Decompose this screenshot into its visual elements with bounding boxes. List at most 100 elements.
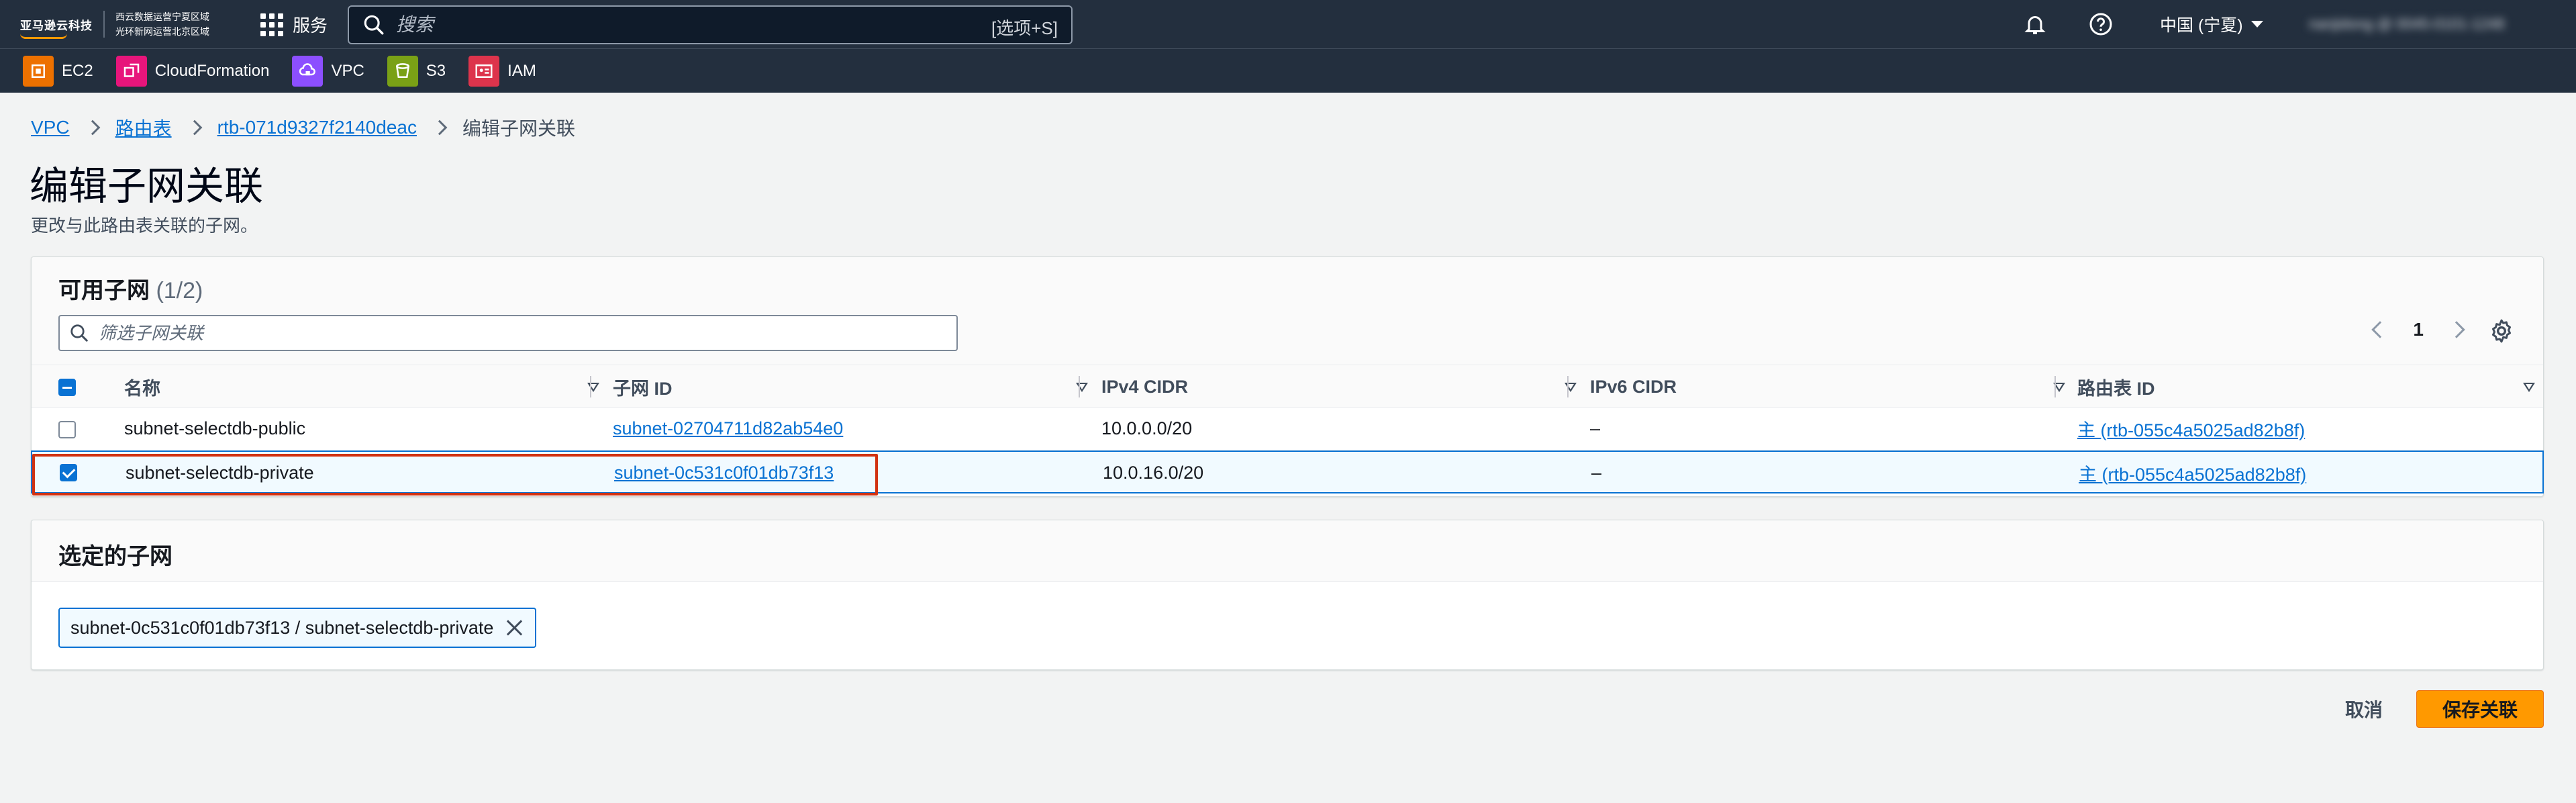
sort-down-icon: [587, 383, 599, 392]
breadcrumb-route-tables[interactable]: 路由表: [115, 114, 172, 141]
ec2-icon: [23, 55, 54, 87]
cell-ipv4: 10.0.0.0/20: [1101, 418, 1193, 438]
current-page[interactable]: 1: [2413, 319, 2424, 340]
cell-ipv6: –: [1590, 418, 1601, 438]
table-row-selected[interactable]: subnet-selectdb-private subnet-0c531c0f0…: [31, 451, 2544, 493]
subnet-id-link[interactable]: subnet-02704711d82ab54e0: [613, 418, 843, 439]
notifications-button[interactable]: [2023, 0, 2047, 48]
column-ipv4-label: IPv4 CIDR: [1101, 376, 1189, 397]
selected-subnet-token: subnet-0c531c0f01db73f13 / subnet-select…: [58, 608, 537, 648]
panel-header-bg: [32, 520, 2543, 582]
help-icon: [2089, 13, 2112, 36]
column-ipv4-cidr[interactable]: IPv4 CIDR: [1101, 365, 1577, 408]
table-header: 名称 子网 ID IPv4 CIDR IPv6 CIDR 路由表 ID: [32, 365, 2543, 408]
route-table-link[interactable]: 主 (rtb-055c4a5025ad82b8f): [2077, 416, 2305, 442]
previous-page-icon[interactable]: [2371, 321, 2389, 338]
favorite-label: IAM: [507, 61, 536, 80]
pagination: 1: [2371, 319, 2465, 340]
available-subnets-heading: 可用子网: [58, 278, 150, 303]
column-ipv6-cidr[interactable]: IPv6 CIDR: [1590, 365, 2065, 408]
cell-ipv6: –: [1591, 462, 1602, 483]
top-navigation: 亚马逊云科技 西云数据运营宁夏区域 光环新网运营北京区域 服务 [选项+S] 中…: [0, 0, 2576, 48]
selected-subnets-title: 选定的子网: [58, 544, 172, 569]
search-shortcut-hint: [选项+S]: [991, 18, 1058, 38]
brand-region-text: 西云数据运营宁夏区域 光环新网运营北京区域: [115, 9, 209, 39]
favorite-iam[interactable]: IAM: [468, 55, 536, 87]
gear-icon[interactable]: [2488, 318, 2515, 344]
form-actions: 取消 保存关联: [2345, 690, 2544, 728]
caret-down-icon: [2250, 21, 2263, 28]
vpc-icon: [292, 55, 324, 87]
chevron-right-icon: [85, 120, 100, 136]
save-associations-button[interactable]: 保存关联: [2416, 690, 2544, 728]
services-menu-button[interactable]: 服务: [260, 12, 328, 37]
favorite-label: EC2: [62, 61, 93, 80]
favorites-bar: EC2 CloudFormation VPC S3 IAM: [0, 48, 2576, 93]
breadcrumb-current: 编辑子网关联: [462, 118, 575, 139]
help-button[interactable]: [2089, 0, 2113, 48]
cell-name: subnet-selectdb-private: [126, 462, 314, 483]
available-subnets-panel: 可用子网 (1/2) 1 名称 子网 ID IPv4 CIDR: [31, 256, 2544, 497]
brand-name: 亚马逊云科技: [20, 19, 93, 32]
cell-name: subnet-selectdb-public: [124, 418, 306, 438]
grid-icon: [260, 13, 283, 36]
cell-route-table: 主 (rtb-055c4a5025ad82b8f): [2077, 408, 2305, 449]
select-all-checkbox[interactable]: [58, 379, 76, 396]
brand-smile-icon: [20, 34, 67, 39]
subnet-id-link[interactable]: subnet-0c531c0f01db73f13: [614, 463, 834, 483]
region-selector[interactable]: 中国 (宁夏): [2160, 0, 2265, 48]
chevron-right-icon: [187, 120, 202, 136]
table-row[interactable]: subnet-selectdb-public subnet-02704711d8…: [32, 408, 2543, 451]
column-route-table-id[interactable]: 路由表 ID: [2077, 365, 2540, 408]
sort-down-icon: [1565, 383, 1577, 392]
cancel-button[interactable]: 取消: [2345, 696, 2383, 722]
row-checkbox-checked[interactable]: [60, 464, 77, 481]
account-label: nanjidong @ 0045-0101-1248: [2309, 15, 2505, 32]
favorite-ec2[interactable]: EC2: [23, 55, 93, 87]
cell-ipv4: 10.0.16.0/20: [1103, 462, 1204, 483]
token-label: subnet-0c531c0f01db73f13 / subnet-select…: [70, 617, 494, 638]
account-menu[interactable]: nanjidong @ 0045-0101-1248: [2309, 0, 2504, 48]
brand-logo[interactable]: 亚马逊云科技 西云数据运营宁夏区域 光环新网运营北京区域: [20, 8, 209, 40]
iam-id-card-icon: [468, 55, 500, 87]
brand-sub-ningxia: 西云数据运营宁夏区域: [115, 11, 209, 22]
column-divider[interactable]: [1567, 376, 1569, 397]
cell-route-table: 主 (rtb-055c4a5025ad82b8f): [2079, 452, 2306, 493]
breadcrumb-route-table-id[interactable]: rtb-071d9327f2140deac: [217, 117, 417, 138]
cloudformation-icon: [115, 55, 147, 87]
filter-input[interactable]: [99, 322, 904, 344]
page-title: 编辑子网关联: [30, 164, 264, 208]
favorite-vpc[interactable]: VPC: [292, 55, 364, 87]
column-ipv6-label: IPv6 CIDR: [1590, 376, 1677, 397]
search-icon: [364, 15, 384, 35]
breadcrumb-vpc[interactable]: VPC: [31, 117, 70, 138]
column-divider[interactable]: [1079, 376, 1080, 397]
column-subnet-id[interactable]: 子网 ID: [613, 365, 1088, 408]
column-divider[interactable]: [2054, 376, 2056, 397]
chevron-right-icon: [432, 120, 448, 136]
column-subnet-id-label: 子网 ID: [613, 378, 673, 399]
s3-bucket-icon: [387, 55, 418, 87]
favorite-label: CloudFormation: [154, 61, 270, 80]
search-input[interactable]: [396, 14, 946, 36]
column-name[interactable]: 名称: [124, 365, 607, 408]
page-description: 更改与此路由表关联的子网。: [31, 216, 258, 236]
global-search[interactable]: [选项+S]: [348, 5, 1073, 44]
route-table-link[interactable]: 主 (rtb-055c4a5025ad82b8f): [2079, 460, 2306, 486]
favorite-cloudformation[interactable]: CloudFormation: [115, 55, 270, 87]
favorite-s3[interactable]: S3: [387, 55, 446, 87]
brand-divider: [103, 11, 105, 38]
next-page-icon[interactable]: [2448, 321, 2465, 338]
bell-icon: [2024, 16, 2046, 34]
selected-subnets-panel: 选定的子网 subnet-0c531c0f01db73f13 / subnet-…: [31, 520, 2544, 670]
close-icon[interactable]: [504, 618, 524, 638]
favorite-label: VPC: [331, 61, 364, 80]
column-divider[interactable]: [590, 376, 591, 397]
available-subnets-count: (1/2): [156, 278, 203, 303]
filter-box[interactable]: [58, 315, 958, 351]
cell-subnet-id: subnet-0c531c0f01db73f13: [614, 452, 834, 493]
search-icon: [70, 324, 88, 342]
available-subnets-title: 可用子网 (1/2): [58, 272, 203, 305]
row-checkbox[interactable]: [58, 421, 76, 438]
column-name-label: 名称: [124, 378, 160, 399]
